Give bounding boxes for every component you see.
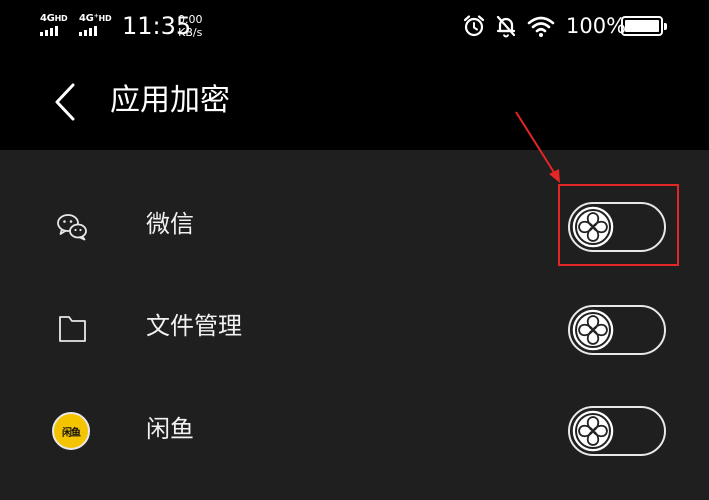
xianyu-icon-text: 闲鱼 xyxy=(62,427,81,439)
encrypt-toggle-file-manager[interactable] xyxy=(568,305,666,355)
clover-knob-icon xyxy=(571,308,615,352)
wifi-icon xyxy=(527,16,555,37)
annotation-highlight-box xyxy=(558,184,679,266)
network-speed: 0.00 KB/s xyxy=(178,13,203,39)
page-title: 应用加密 xyxy=(110,83,230,118)
app-label-wechat: 微信 xyxy=(146,210,194,238)
clover-knob-icon xyxy=(571,409,615,453)
app-row-xianyu: 闲鱼 闲鱼 xyxy=(0,380,709,482)
folder-icon xyxy=(59,316,86,342)
signal-bars-icon xyxy=(79,26,111,36)
app-label-xianyu: 闲鱼 xyxy=(146,415,194,443)
app-row-file-manager: 文件管理 xyxy=(0,277,709,379)
encrypt-toggle-xianyu[interactable] xyxy=(568,406,666,456)
wechat-icon xyxy=(57,214,87,241)
signal-indicator-1: 4GHD xyxy=(40,14,68,36)
status-bar: 4GHD 4G⁺HD 11:35 0.00 KB/s 100% xyxy=(0,0,709,56)
battery-icon xyxy=(621,16,667,36)
mute-bell-icon xyxy=(496,15,516,38)
battery-percentage: 100% xyxy=(566,14,627,38)
signal-indicator-2: 4G⁺HD xyxy=(79,14,112,36)
app-label-file-manager: 文件管理 xyxy=(146,312,242,340)
back-chevron-icon[interactable] xyxy=(52,82,78,122)
xianyu-icon: 闲鱼 xyxy=(52,412,90,450)
annotation-arrow xyxy=(515,111,560,183)
signal-bars-icon xyxy=(40,26,67,36)
alarm-icon xyxy=(463,15,485,37)
